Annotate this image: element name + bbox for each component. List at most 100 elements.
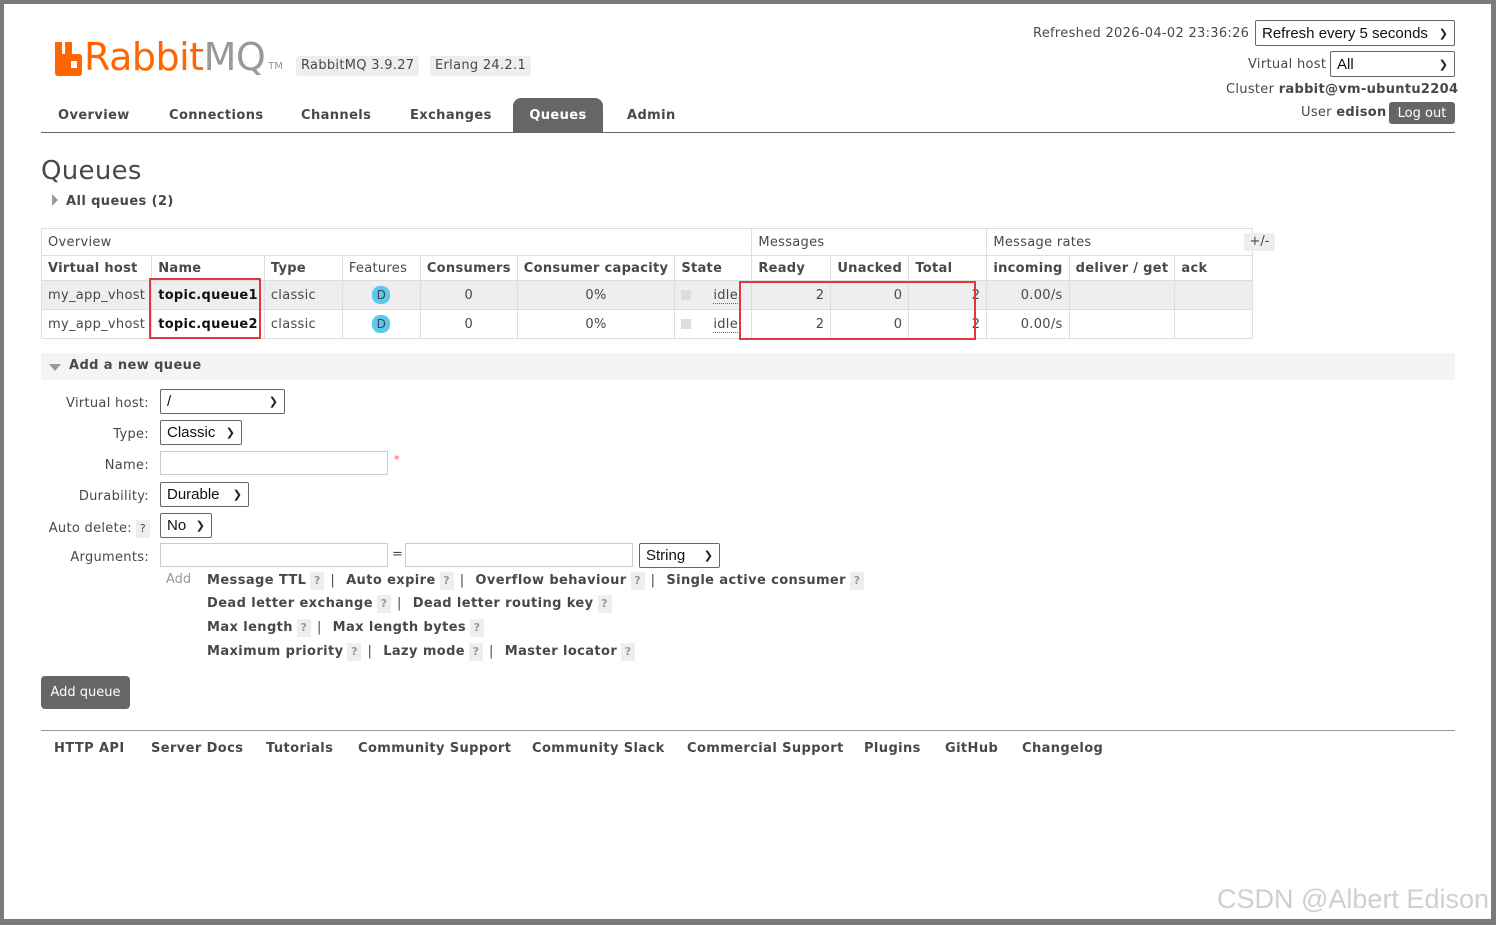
col-total[interactable]: Total [908,255,988,281]
group-messages: Messages [751,228,988,256]
add-queue-section-header[interactable]: Add a new queue [41,353,1455,380]
cell-features: D [341,309,421,339]
required-marker: * [394,453,400,466]
arg-links-row-1: Message TTL? | Auto expire? | Overflow beh… [207,572,864,590]
tab-channels[interactable]: Channels [301,98,371,132]
cell-type: classic [263,280,343,310]
arg-link-max-length[interactable]: Max length [207,620,293,635]
highlight-message-counts [739,281,976,340]
help-icon[interactable]: ? [376,595,391,613]
arg-link-dead-letter-routing-key[interactable]: Dead letter routing key [413,596,594,611]
col-ready[interactable]: Ready [751,255,832,281]
tab-queues[interactable]: Queues [513,98,603,132]
arg-link-maximum-priority[interactable]: Maximum priority [207,644,343,659]
arg-link-overflow-behaviour[interactable]: Overflow behaviour [475,573,626,588]
durability-field-label: Durability: [78,489,149,504]
footer-divider [41,730,1455,731]
argument-key-input[interactable] [160,543,388,567]
help-icon[interactable]: ? [469,643,484,661]
rabbit-logo-icon [52,42,82,76]
cell-incoming: 0.00/s [986,309,1070,339]
tab-connections[interactable]: Connections [169,98,264,132]
arg-links-row-4: Maximum priority? | Lazy mode? | Master lo… [207,643,636,661]
arg-link-message-ttl[interactable]: Message TTL [207,573,306,588]
cluster-info: Cluster rabbit@vm-ubuntu2204 [1226,82,1458,97]
col-state[interactable]: State [674,255,753,281]
columns-toggle-button[interactable]: +/- [1244,233,1275,251]
arg-link-single-active-consumer[interactable]: Single active consumer [666,573,846,588]
rabbitmq-logo[interactable]: RabbitMQ TM [52,32,283,76]
highlight-queue-names [149,278,261,339]
chevron-down-icon: ❯ [703,550,713,562]
col-features: Features [341,255,421,281]
page-title: Queues [41,156,142,186]
queue-type-select[interactable]: Classic ❯ [160,420,242,445]
cell-deliver-get [1068,280,1176,310]
arg-link-auto-expire[interactable]: Auto expire [346,573,436,588]
auto-delete-field-label: Auto delete:? [44,520,150,538]
refreshed-timestamp: Refreshed 2026-04-02 23:36:26 [1033,26,1250,41]
tab-admin[interactable]: Admin [627,98,676,132]
chevron-down-icon: ❯ [225,427,235,439]
refresh-interval-select[interactable]: Refresh every 5 seconds ❯ [1255,20,1455,46]
queue-name-input[interactable] [160,451,388,475]
help-icon[interactable]: ? [849,572,864,590]
help-icon[interactable]: ? [310,572,325,590]
help-icon[interactable]: ? [136,520,150,538]
col-consumers[interactable]: Consumers [419,255,518,281]
state-label: idle [713,316,738,333]
footer-link-changelog[interactable]: Changelog [1022,741,1103,756]
col-deliver-get[interactable]: deliver / get [1068,255,1176,281]
argument-type-select[interactable]: String ❯ [639,543,720,568]
argument-value-input[interactable] [405,543,633,567]
cell-consumers: 0 [419,309,518,339]
equals-sign: = [392,547,403,562]
new-queue-vhost-select[interactable]: / ❯ [160,389,285,414]
arg-link-lazy-mode[interactable]: Lazy mode [383,644,465,659]
col-incoming[interactable]: incoming [986,255,1070,281]
arg-link-dead-letter-exchange[interactable]: Dead letter exchange [207,596,373,611]
group-overview: Overview [40,228,753,256]
virtual-host-label: Virtual host [1248,57,1327,72]
col-consumer-capacity[interactable]: Consumer capacity [516,255,676,281]
help-icon[interactable]: ? [296,619,311,637]
help-icon[interactable]: ? [621,643,636,661]
all-queues-label: All queues (2) [66,194,174,209]
browser-page: RabbitMQ TM RabbitMQ 3.9.27 Erlang 24.2.… [4,4,1491,919]
footer-link-community-slack[interactable]: Community Slack [532,741,665,756]
arg-link-master-locator[interactable]: Master locator [505,644,617,659]
footer-link-server-docs[interactable]: Server Docs [151,741,243,756]
help-icon[interactable]: ? [470,619,485,637]
help-icon[interactable]: ? [347,643,362,661]
footer-link-commercial-support[interactable]: Commercial Support [687,741,844,756]
state-label: idle [713,287,738,304]
caret-down-icon [49,364,61,371]
help-icon[interactable]: ? [630,572,645,590]
cell-incoming: 0.00/s [986,280,1070,310]
arg-link-max-length-bytes[interactable]: Max length bytes [333,620,466,635]
footer-link-plugins[interactable]: Plugins [864,741,921,756]
col-virtual-host[interactable]: Virtual host [40,255,153,281]
chevron-down-icon: ❯ [232,489,242,501]
watermark: CSDN @Albert Edison [1216,884,1489,914]
cell-vhost: my_app_vhost [40,280,153,310]
col-type[interactable]: Type [263,255,343,281]
footer-link-tutorials[interactable]: Tutorials [266,741,333,756]
add-queue-button[interactable]: Add queue [41,676,130,709]
all-queues-toggle[interactable]: All queues (2) [52,194,174,209]
col-name[interactable]: Name [151,255,265,281]
col-unacked[interactable]: Unacked [830,255,910,281]
footer-link-github[interactable]: GitHub [945,741,998,756]
virtual-host-select[interactable]: All ❯ [1330,51,1455,77]
help-icon[interactable]: ? [597,595,612,613]
footer-link-http-api[interactable]: HTTP API [54,741,125,756]
durability-select[interactable]: Durable ❯ [160,482,249,507]
footer-link-community-support[interactable]: Community Support [358,741,511,756]
main-nav-tabs: Overview Connections Channels Exchanges … [41,98,1455,133]
help-icon[interactable]: ? [439,572,454,590]
tab-overview[interactable]: Overview [58,98,130,132]
tab-exchanges[interactable]: Exchanges [410,98,492,132]
col-ack[interactable]: ack [1174,255,1254,281]
auto-delete-select[interactable]: No ❯ [160,513,212,538]
erlang-version-badge: Erlang 24.2.1 [430,56,532,76]
